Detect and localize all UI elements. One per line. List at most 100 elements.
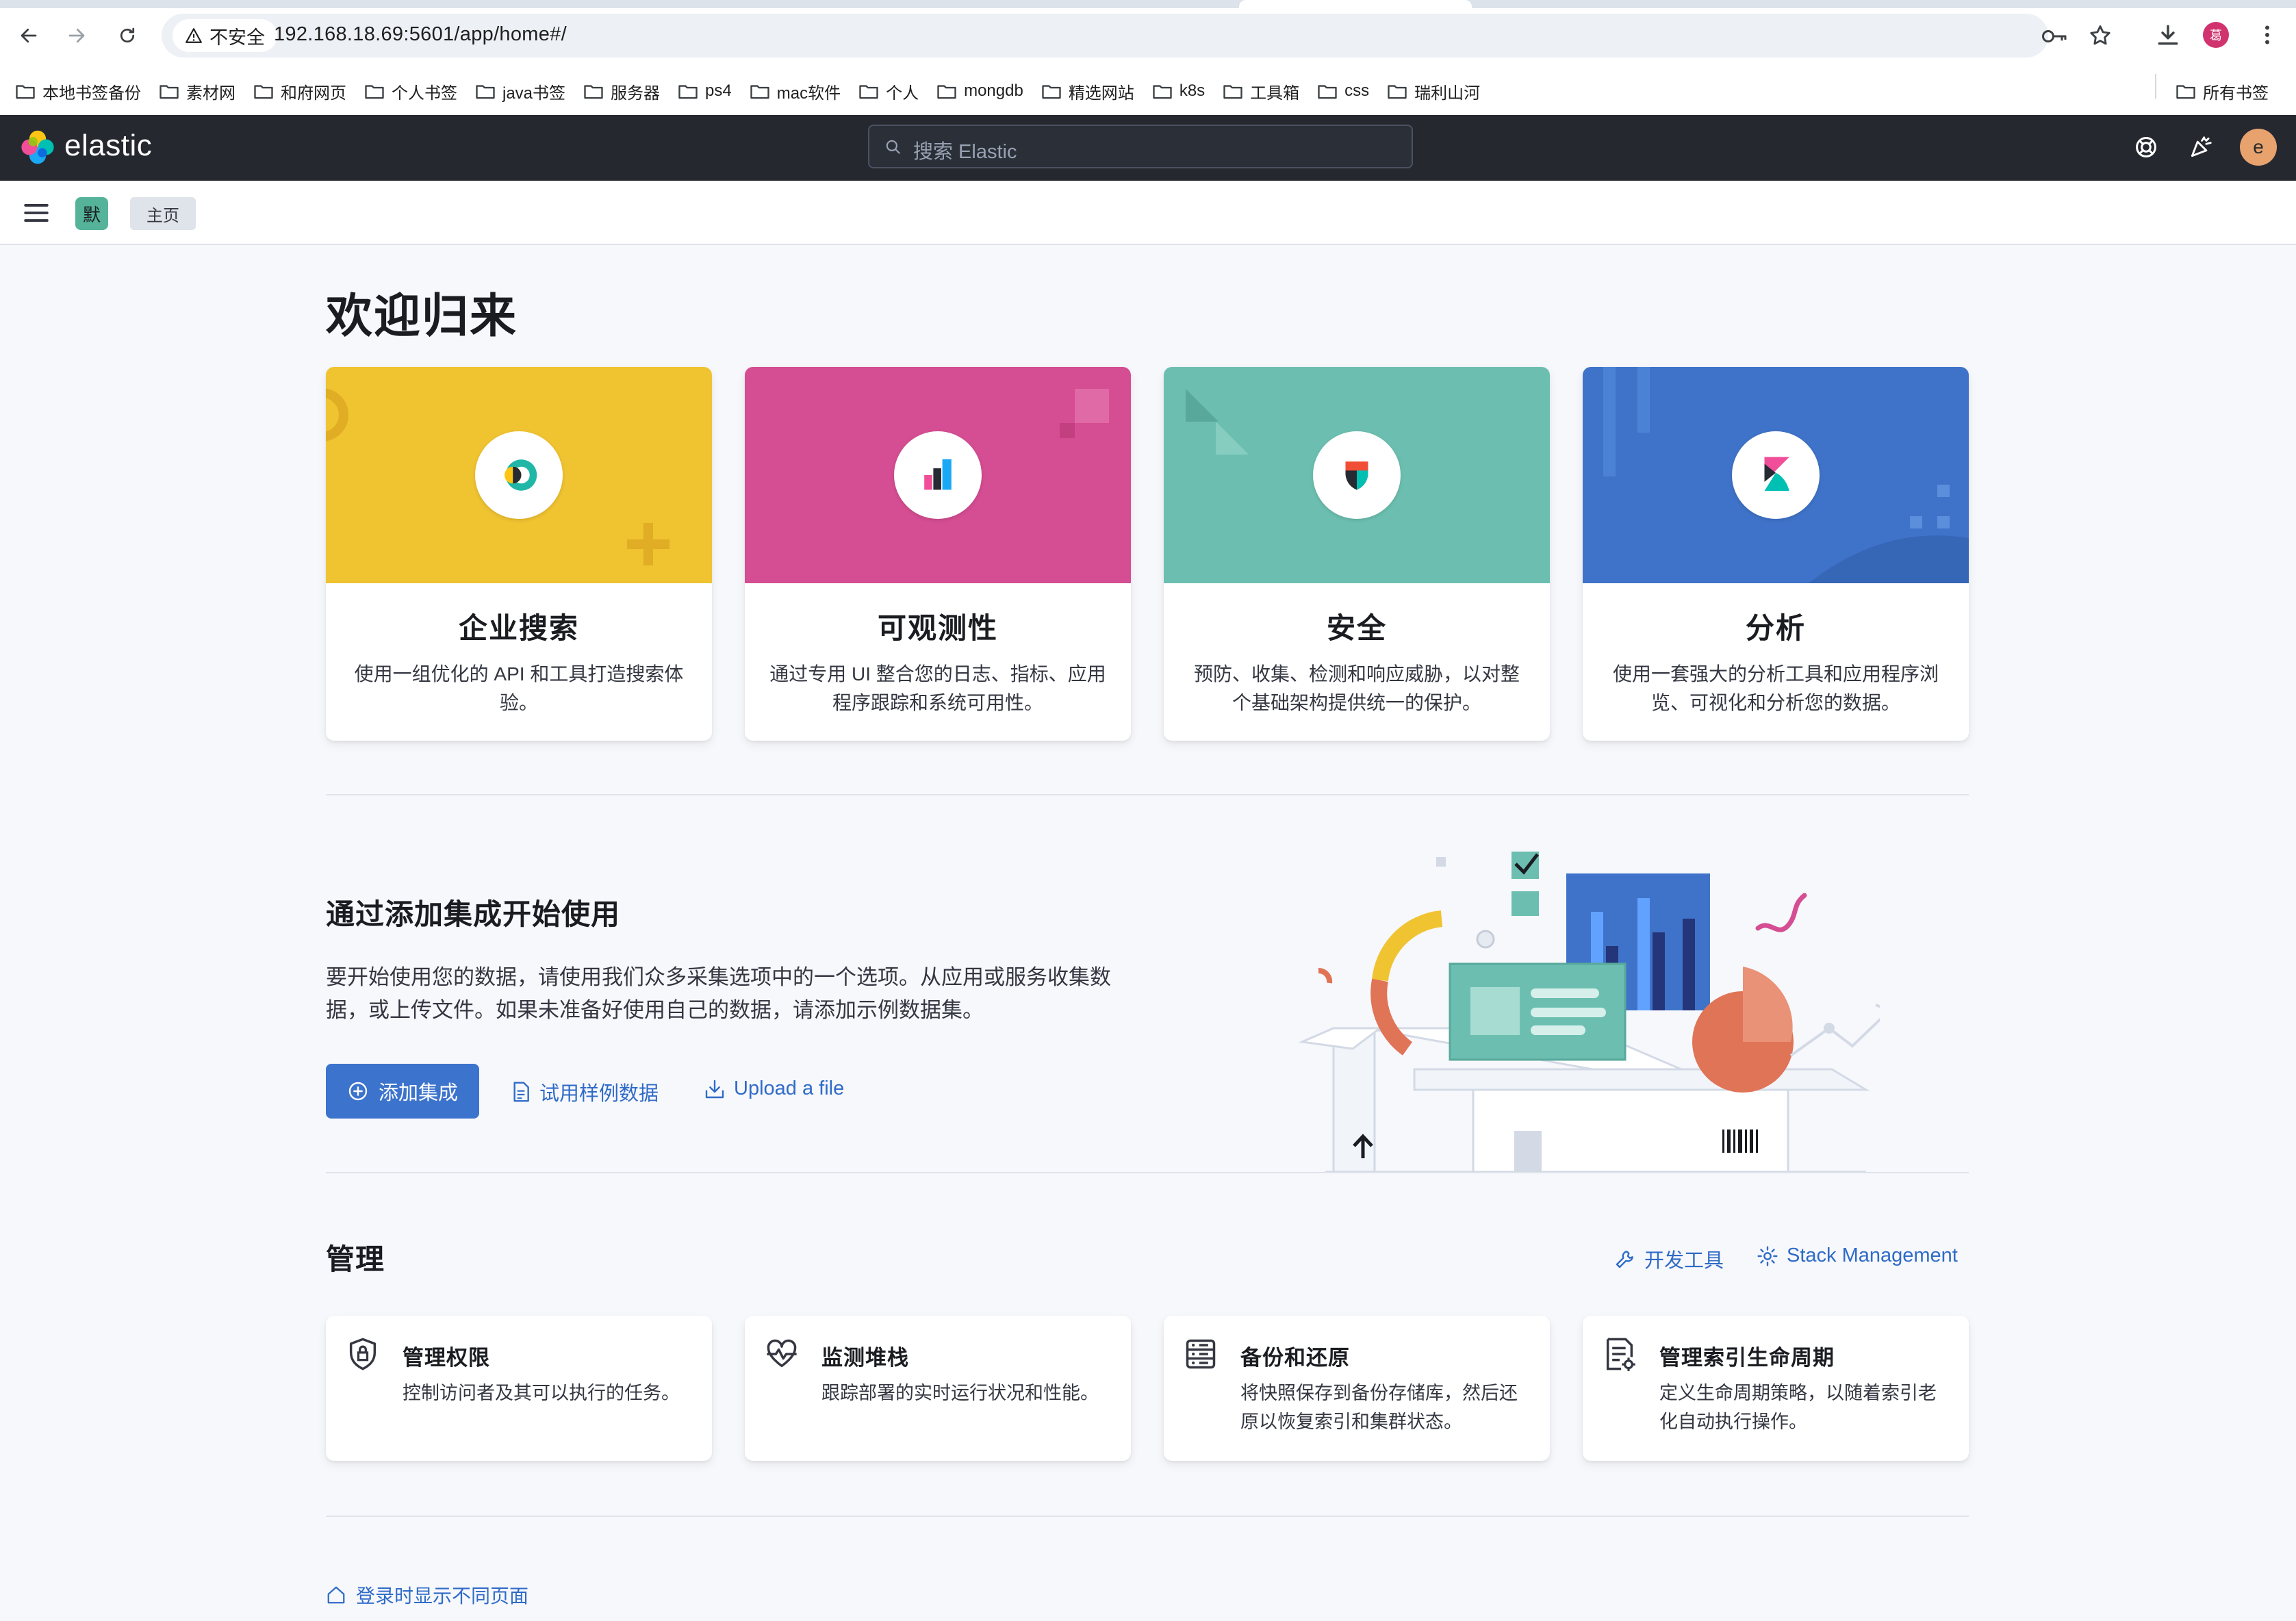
folder-icon	[1042, 85, 1061, 99]
stack-management-label: Stack Management	[1787, 1245, 1958, 1266]
bookmark-folder[interactable]: 个人书签	[364, 79, 457, 103]
profile-avatar[interactable]: 葛	[2203, 22, 2229, 48]
page-title: 欢迎归来	[326, 290, 518, 342]
integrations-illustration	[1298, 852, 1880, 1173]
bookmark-folder[interactable]: 服务器	[583, 79, 660, 103]
add-integrations-button[interactable]: 添加集成	[326, 1064, 479, 1119]
bookmark-label: css	[1344, 81, 1370, 100]
bookmark-folder[interactable]: mac软件	[750, 79, 841, 103]
tab-strip	[0, 0, 2296, 8]
star-icon[interactable]	[2088, 23, 2113, 48]
bookmark-separator	[2155, 74, 2156, 99]
stack-management-link[interactable]: Stack Management	[1757, 1245, 1958, 1267]
integrations-description: 要开始使用您的数据，请使用我们众多采集选项中的一个选项。从应用或服务收集数据，或…	[326, 965, 1111, 1022]
password-key-icon[interactable]	[2041, 26, 2069, 47]
bookmark-folder[interactable]: 素材网	[159, 79, 235, 103]
card-description: 使用一组优化的 API 和工具打造搜索体验。	[354, 663, 684, 713]
security-logo-icon	[1313, 431, 1401, 519]
change-home-page-label: 登录时显示不同页面	[356, 1585, 529, 1607]
bookmark-folder[interactable]: k8s	[1152, 81, 1205, 101]
bookmark-label: 个人书签	[392, 84, 457, 103]
arrow-right-icon	[68, 28, 85, 43]
index-settings-icon	[1606, 1338, 1635, 1371]
bookmark-folder[interactable]: 本地书签备份	[15, 79, 141, 103]
help-lifebuoy-icon[interactable]	[2133, 134, 2159, 160]
card-description: 预防、收集、检测和响应威胁，以对整个基础架构提供统一的保护。	[1193, 663, 1520, 713]
folder-icon	[1318, 85, 1337, 99]
bookmark-folder[interactable]: 瑞利山河	[1387, 79, 1480, 103]
import-icon	[705, 1080, 724, 1098]
folder-icon	[476, 85, 495, 99]
global-search-input[interactable]: 搜索 Elastic	[868, 125, 1413, 168]
try-sample-data-label: 试用样例数据	[539, 1083, 659, 1105]
solution-card-enterprise-search[interactable]: 企业搜索 使用一组优化的 API 和工具打造搜索体验。	[326, 367, 712, 741]
reload-button[interactable]	[105, 14, 149, 58]
upload-file-button[interactable]: Upload a file	[704, 1077, 844, 1100]
user-avatar[interactable]: e	[2240, 129, 2277, 166]
enterprise-search-logo-icon	[475, 431, 563, 519]
folder-icon	[1388, 85, 1407, 99]
folder-icon	[160, 85, 179, 99]
card-title: 可观测性	[877, 612, 998, 644]
solution-card-observability[interactable]: 可观测性 通过专用 UI 整合您的日志、指标、应用程序跟踪和系统可用性。	[745, 367, 1131, 741]
bookmark-folder[interactable]: ps4	[678, 81, 732, 101]
management-card-monitoring[interactable]: 监测堆栈 跟踪部署的实时运行状况和性能。	[745, 1316, 1131, 1461]
change-home-page-link[interactable]: 登录时显示不同页面	[326, 1581, 528, 1609]
folder-icon	[750, 85, 769, 99]
dev-tools-link[interactable]: 开发工具	[1614, 1245, 1724, 1273]
folder-icon	[254, 85, 273, 99]
bookmark-label: 瑞利山河	[1414, 84, 1481, 103]
bookmark-label: mongdb	[964, 81, 1023, 100]
back-button[interactable]	[7, 14, 51, 58]
url-text[interactable]: 192.168.18.69:5601/app/home#/	[274, 23, 567, 46]
bookmark-folder[interactable]: mongdb	[936, 81, 1023, 101]
try-sample-data-button[interactable]: 试用样例数据	[511, 1077, 659, 1106]
bookmark-folder[interactable]: java书签	[475, 79, 565, 103]
plus-circle-icon	[348, 1082, 368, 1101]
card-description: 通过专用 UI 整合您的日志、指标、应用程序跟踪和系统可用性。	[769, 663, 1106, 713]
menu-hamburger-icon[interactable]	[23, 201, 49, 225]
forward-button[interactable]	[55, 14, 99, 58]
bookmark-folder[interactable]: css	[1317, 81, 1369, 101]
bookmark-folder[interactable]: 和府网页	[253, 79, 346, 103]
more-vertical-icon[interactable]	[2255, 22, 2280, 48]
management-card-snapshot-restore[interactable]: 备份和还原 将快照保存到备份存储库，然后还原以恢复索引和集群状态。	[1164, 1316, 1550, 1461]
card-title: 安全	[1326, 612, 1387, 644]
solution-card-analytics[interactable]: 分析 使用一套强大的分析工具和应用程序浏览、可视化和分析您的数据。	[1583, 367, 1969, 741]
folder-icon	[678, 85, 698, 99]
home-icon	[327, 1586, 345, 1604]
bookmark-label: 个人	[886, 84, 919, 103]
folder-icon	[584, 85, 603, 99]
bookmark-folder[interactable]: 精选网站	[1041, 79, 1134, 103]
management-card-permissions[interactable]: 管理权限 控制访问者及其可以执行的任务。	[326, 1316, 712, 1461]
folder-icon	[1223, 85, 1242, 99]
card-title: 管理权限	[403, 1346, 490, 1370]
kibana-logo-icon	[1732, 431, 1820, 519]
card-description: 控制访问者及其可以执行的任务。	[403, 1383, 680, 1403]
bookmark-label: 工具箱	[1250, 84, 1300, 103]
bookmark-bar: 本地书签备份 素材网 和府网页 个人书签 java书签 服务器 ps4 mac软件 个人 mong…	[0, 68, 2296, 114]
elastic-logo-icon[interactable]	[19, 129, 56, 166]
address-bar[interactable]: 不安全 192.168.18.69:5601/app/home#/	[162, 14, 2110, 58]
section-divider	[326, 1516, 1969, 1517]
search-icon	[886, 140, 900, 154]
all-bookmarks-label: 所有书签	[2203, 84, 2269, 103]
card-title: 监测堆栈	[821, 1346, 909, 1370]
management-card-index-lifecycle[interactable]: 管理索引生命周期 定义生命周期策略，以随着索引老化自动执行操作。	[1583, 1316, 1969, 1461]
all-bookmarks[interactable]: 所有书签	[2176, 68, 2269, 114]
newsfeed-cheer-icon[interactable]	[2188, 134, 2214, 160]
bookmark-folder[interactable]: 个人	[858, 79, 919, 103]
security-chip[interactable]: 不安全	[173, 19, 277, 52]
download-icon[interactable]	[2155, 22, 2181, 48]
section-divider	[326, 794, 1969, 795]
space-avatar[interactable]: 默	[75, 197, 108, 230]
bookmark-label: 本地书签备份	[42, 84, 141, 103]
bookmark-folder[interactable]: 工具箱	[1223, 79, 1299, 103]
bookmark-label: 精选网站	[1068, 84, 1134, 103]
card-title: 分析	[1745, 612, 1806, 644]
solution-card-security[interactable]: 安全 预防、收集、检测和响应威胁，以对整个基础架构提供统一的保护。	[1164, 367, 1550, 741]
folder-icon	[1153, 85, 1172, 99]
bookmark-label: k8s	[1179, 81, 1206, 100]
folder-icon	[937, 85, 956, 99]
bookmark-label: 和府网页	[281, 84, 346, 103]
